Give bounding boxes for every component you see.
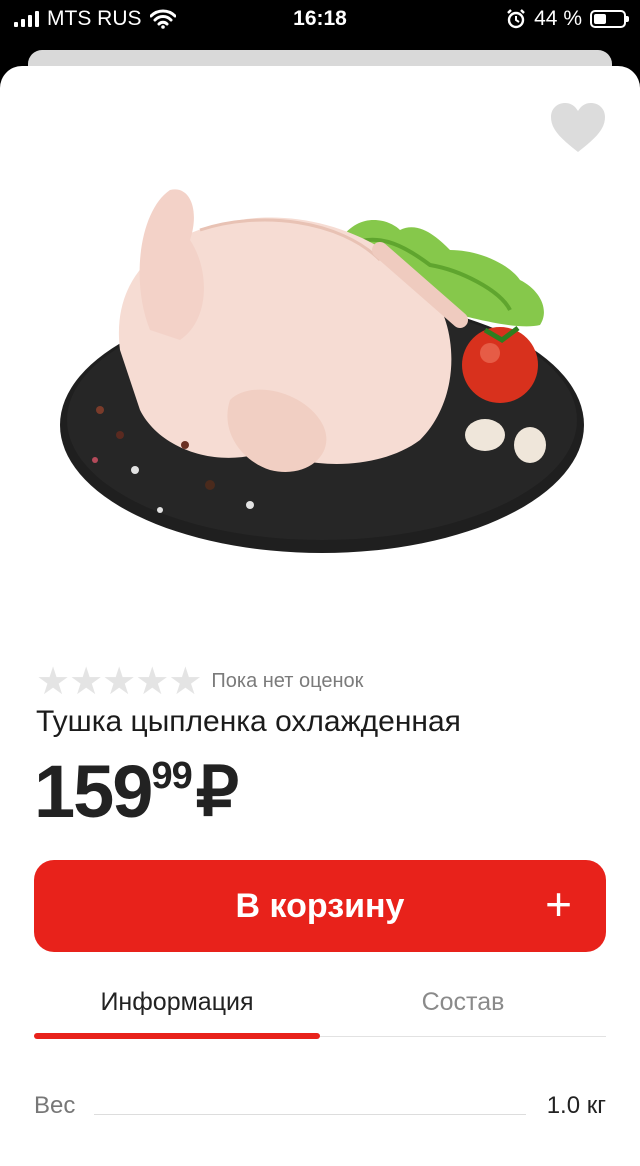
currency-symbol: ₽ [195,754,240,830]
product-image [60,189,584,553]
star-icon: ★ [168,659,203,703]
tab-information[interactable]: Информация [34,988,320,1017]
status-bar-right: 44 % [506,7,629,31]
status-bar: MTS RUS 16:18 44 % [0,0,640,40]
alarm-icon [507,9,525,29]
battery-percent: 44 % [534,7,582,30]
add-to-cart-label: В корзину [235,887,405,925]
battery-icon [590,10,629,28]
spec-divider [94,1114,526,1115]
spec-label: Вес [34,1092,86,1120]
star-icon: ★ [69,659,104,703]
heart-icon [551,103,605,152]
spec-row: Вес 1.0 кг [34,1092,606,1126]
star-icon: ★ [36,659,71,703]
price-cents: 99 [151,755,192,797]
tab-composition[interactable]: Состав [320,988,606,1017]
rating-text: Пока нет оценок [211,669,364,692]
plus-icon: + [545,878,572,930]
add-to-cart-button[interactable]: В корзину + [34,860,606,952]
price-main: 159 [34,750,153,833]
rating: ★ ★ ★ ★ ★ Пока нет оценок [36,662,363,700]
active-tab-indicator [34,1033,320,1039]
spec-value: 1.0 кг [536,1092,606,1120]
star-icon: ★ [102,659,137,703]
star-icon: ★ [135,659,170,703]
info-tabs: Информация Состав [34,980,606,1039]
product-price: 159 99 ₽ [34,752,239,832]
star-rating[interactable]: ★ ★ ★ ★ ★ [36,659,203,703]
favorite-button[interactable] [550,102,606,154]
product-title: Тушка цыпленка охлажденная [36,705,461,738]
